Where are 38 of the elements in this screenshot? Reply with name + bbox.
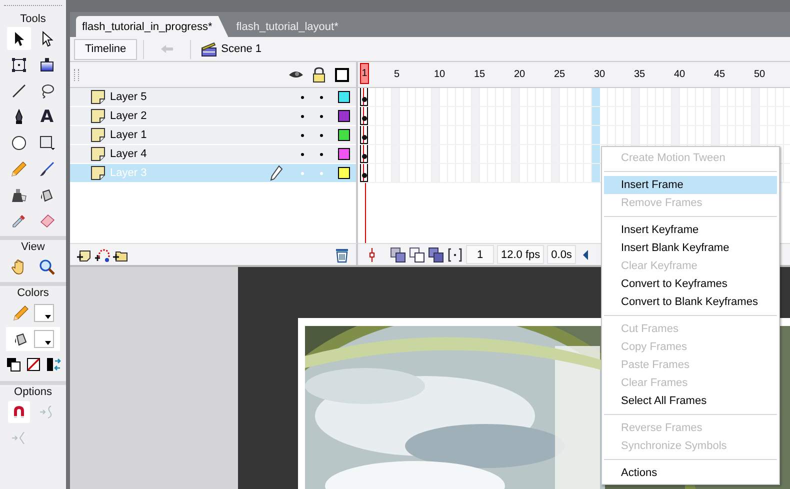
scene-name[interactable]: Scene 1 xyxy=(221,43,262,55)
panel-title: Options xyxy=(13,385,53,400)
layer-name: Layer 2 xyxy=(110,110,147,122)
elapsed-time-field[interactable]: 0.0s xyxy=(547,245,576,264)
layer-name: Layer 3 xyxy=(110,167,147,179)
layer-row[interactable]: Layer 1 xyxy=(70,126,356,145)
panel-title: Tools xyxy=(19,12,47,27)
menu-item[interactable]: Insert Keyframe xyxy=(604,221,777,239)
layer-row[interactable]: Layer 2 xyxy=(70,107,356,126)
frame-number: 5 xyxy=(394,69,400,80)
frame-number: 10 xyxy=(434,69,446,80)
menu-item[interactable]: Convert to Keyframes xyxy=(604,275,777,293)
playhead[interactable]: 1 xyxy=(360,63,369,84)
layer-row[interactable]: Layer 4 xyxy=(70,145,356,164)
layer-name: Layer 5 xyxy=(110,91,147,103)
frame-number: 30 xyxy=(594,69,606,80)
text-tool-button[interactable]: A xyxy=(35,105,59,128)
document-tab[interactable]: flash_tutorial_in_progress* xyxy=(76,16,228,37)
frame-number: 45 xyxy=(714,69,726,80)
layer-name: Layer 4 xyxy=(110,148,147,160)
panel-title: Colors xyxy=(16,286,50,301)
panel-title: View xyxy=(20,240,46,255)
timeline-button[interactable]: Timeline xyxy=(74,38,138,60)
menu-item[interactable]: Convert to Blank Keyframes xyxy=(604,293,777,311)
menu-item[interactable]: Actions xyxy=(604,464,777,482)
frame-number: 40 xyxy=(674,69,686,80)
menu-item[interactable]: Insert Frame xyxy=(604,176,777,194)
frame-number: 35 xyxy=(634,69,646,80)
frame-rate-field[interactable]: 12.0 fps xyxy=(497,245,544,264)
frame-number: 25 xyxy=(554,69,566,80)
frame-number: 50 xyxy=(754,69,766,80)
layer-row[interactable]: Layer 5 xyxy=(70,88,356,107)
frame-number: 20 xyxy=(514,69,526,80)
frame-number: 15 xyxy=(474,69,486,80)
menu-item[interactable]: Insert Blank Keyframe xyxy=(604,239,777,257)
layer-name: Layer 1 xyxy=(110,129,147,141)
menu-item[interactable]: Select All Frames xyxy=(604,392,777,410)
current-frame-field[interactable]: 1 xyxy=(466,245,494,264)
